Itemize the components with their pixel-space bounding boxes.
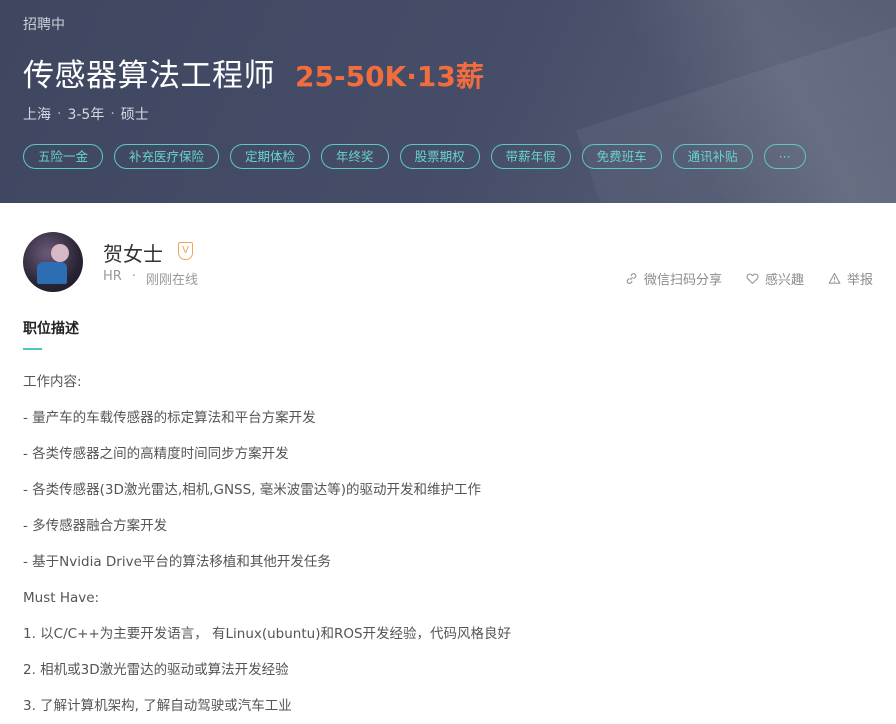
benefit-tag: 定期体检: [230, 144, 311, 169]
job-location: 上海: [23, 107, 51, 123]
description-line: 3. 了解计算机架构, 了解自动驾驶或汽车工业: [23, 698, 292, 714]
salary: 25-50K·13薪: [295, 60, 484, 93]
benefit-tag: 五险一金: [23, 144, 104, 169]
description-line: 工作内容:: [23, 374, 82, 390]
description-line: - 各类传感器(3D激光雷达,相机,GNSS, 毫米波雷达等)的驱动开发和维护工…: [23, 482, 482, 498]
share-label: 微信扫码分享: [643, 273, 722, 288]
description-line: Must Have:: [23, 590, 100, 606]
info-separator: ·: [131, 269, 136, 284]
description-line: 1. 以C/C++为主要开发语言， 有Linux(ubuntu)和ROS开发经验…: [23, 626, 512, 642]
description-line: - 各类传感器之间的高精度时间同步方案开发: [23, 446, 289, 462]
link-icon: [626, 273, 637, 284]
job-title: 传感器算法工程师: [23, 58, 275, 94]
job-degree: 硕士: [120, 107, 149, 123]
description-line: 2. 相机或3D激光雷达的驱动或算法开发经验: [23, 662, 289, 678]
interest-label: 感兴趣: [764, 273, 804, 288]
benefit-tag: 股票期权: [399, 144, 480, 169]
job-experience: 3-5年: [67, 107, 105, 123]
report-button[interactable]: 举报: [828, 269, 873, 288]
benefit-tags: 五险一金 补充医疗保险 定期体检 年终奖 股票期权 带薪年假 免费班车 通讯补贴…: [23, 144, 817, 169]
share-button[interactable]: 微信扫码分享: [625, 269, 722, 288]
job-status: 招聘中: [23, 17, 65, 33]
job-actions: 微信扫码分享 感兴趣 举报: [601, 269, 873, 288]
job-header: 招聘中 传感器算法工程师 25-50K·13薪 上海 · 3-5年 · 硕士 五…: [0, 0, 896, 203]
job-meta: 上海 · 3-5年 · 硕士: [23, 104, 149, 124]
benefit-tag: 补充医疗保险: [114, 144, 220, 169]
meta-separator: ·: [57, 106, 62, 122]
heart-icon: [746, 273, 759, 285]
recruiter-info: HR · 刚刚在线: [103, 269, 198, 288]
description-line: - 基于Nvidia Drive平台的算法移植和其他开发任务: [23, 554, 331, 570]
meta-separator: ·: [110, 106, 115, 122]
interest-button[interactable]: 感兴趣: [746, 269, 804, 288]
benefit-tag: 带薪年假: [490, 144, 571, 169]
recruiter-name: 贺女士: [103, 242, 163, 266]
benefit-tag: 免费班车: [581, 144, 662, 169]
avatar-detail: [37, 262, 67, 284]
report-label: 举报: [846, 273, 873, 288]
section-underline: [23, 348, 42, 350]
benefit-tag: 通讯补贴: [672, 144, 753, 169]
avatar[interactable]: [23, 232, 83, 292]
benefit-tag: 年终奖: [321, 144, 389, 169]
description-line: - 多传感器融合方案开发: [23, 518, 168, 534]
job-description: 工作内容: - 量产车的车载传感器的标定算法和平台方案开发 - 各类传感器之间的…: [23, 372, 863, 724]
recruiter-card: 贺女士 V HR · 刚刚在线 微信扫码分享 感兴趣 举报: [23, 232, 873, 294]
verified-badge-icon: V: [178, 242, 193, 260]
description-line: - 量产车的车载传感器的标定算法和平台方案开发: [23, 410, 316, 426]
avatar-detail: [51, 244, 69, 262]
recruiter-online-status: 刚刚在线: [145, 273, 198, 288]
title-row: 传感器算法工程师 25-50K·13薪: [23, 50, 484, 94]
section-title-job-description: 职位描述: [23, 321, 79, 337]
more-tags-button[interactable]: ···: [763, 144, 806, 169]
recruiter-role: HR: [103, 269, 122, 284]
warning-icon: [828, 272, 841, 284]
